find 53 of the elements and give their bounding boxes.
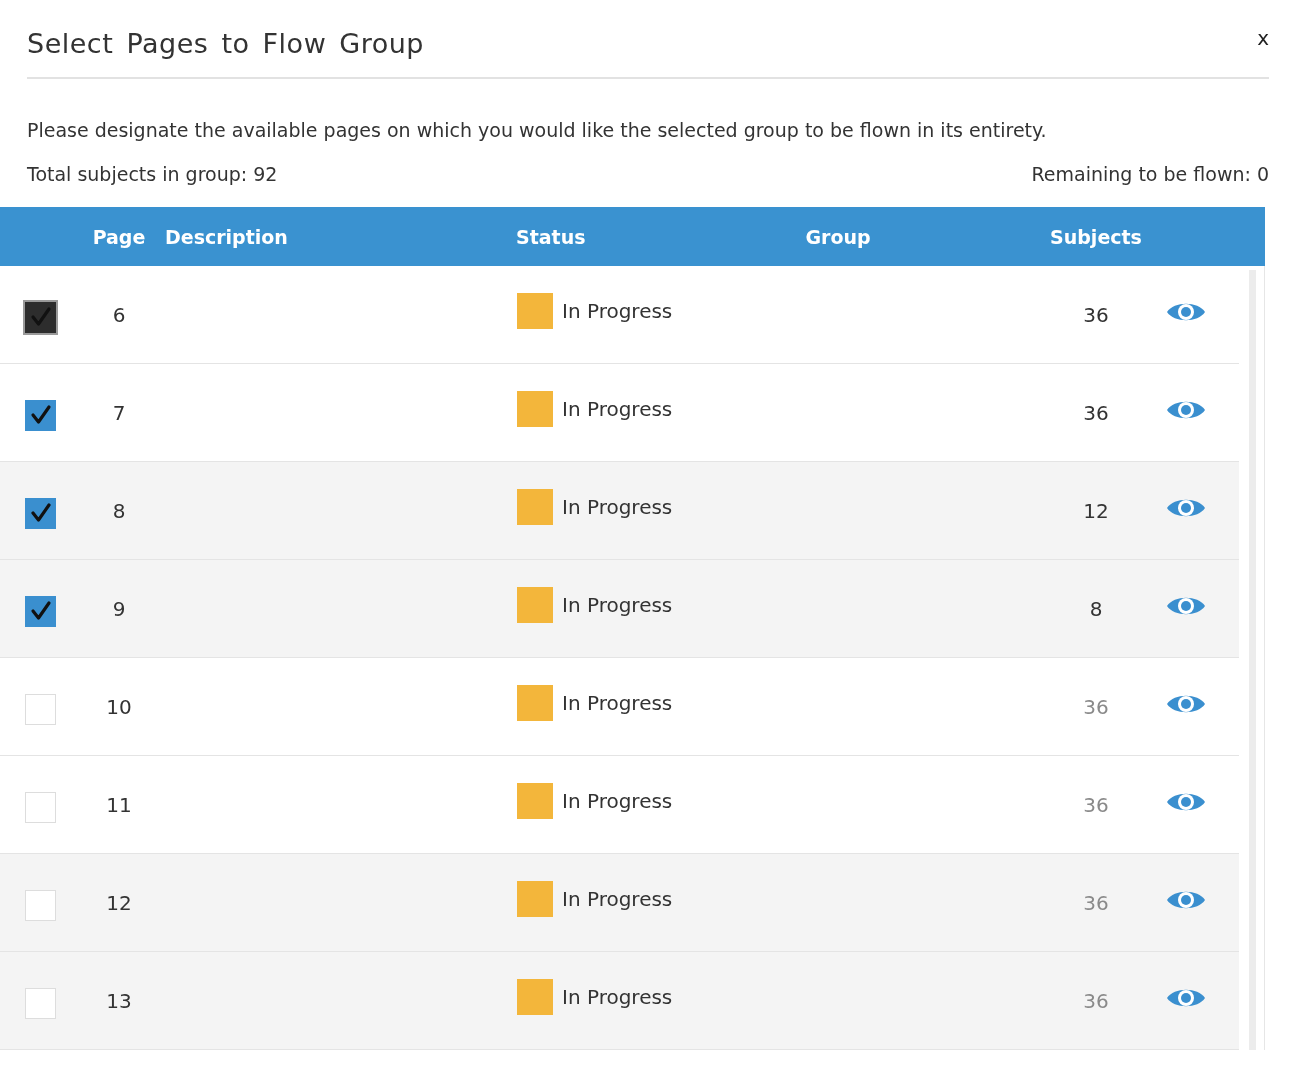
subjects-count: 36: [1082, 792, 1110, 817]
page-number: 12: [105, 890, 133, 915]
column-header: Page: [91, 225, 147, 248]
page-number: 13: [105, 988, 133, 1013]
status-text: In Progress: [562, 690, 673, 715]
checkbox[interactable]: [25, 399, 56, 431]
status-swatch: [517, 880, 553, 917]
column-header: Subjects: [1049, 225, 1143, 248]
checkmark-icon: [29, 306, 52, 328]
column-header: Group: [804, 225, 872, 248]
status-text: In Progress: [562, 984, 673, 1009]
status-swatch: [517, 684, 553, 721]
checkmark-icon: [29, 404, 52, 426]
subjects-count: 8: [1088, 596, 1104, 621]
instructions-text: Please designate the available pages on which you would like the selected group to be flown in its entirety.: [27, 119, 1048, 141]
page-number: 11: [105, 792, 133, 817]
remaining-text: Remaining to be flown: 0: [1031, 163, 1269, 187]
page-number: 6: [111, 302, 127, 327]
status-text: In Progress: [562, 592, 673, 617]
checkbox[interactable]: [25, 497, 56, 529]
total-subjects-text: Total subjects in group: 92: [27, 163, 278, 187]
status-text: In Progress: [562, 788, 673, 813]
checkbox[interactable]: [25, 595, 56, 627]
subjects-count: 36: [1082, 890, 1110, 915]
table-row[interactable]: 9 In Progress 8: [0, 560, 1239, 658]
subjects-count: 36: [1082, 302, 1110, 327]
status-text: In Progress: [562, 886, 673, 911]
column-header: Description: [164, 225, 289, 248]
status-swatch: [517, 390, 553, 427]
status-swatch: [517, 586, 553, 623]
status-swatch: [517, 978, 553, 1015]
page-number: 7: [111, 400, 127, 425]
table-row[interactable]: 8 In Progress 12: [0, 462, 1239, 560]
column-header: Status: [515, 225, 587, 248]
page-number: 8: [111, 498, 127, 523]
checkmark-icon: [29, 502, 52, 524]
close-button[interactable]: x: [1257, 26, 1269, 50]
table-row[interactable]: 13 In Progress 36: [0, 952, 1239, 1050]
status-swatch: [517, 292, 553, 329]
subjects-count: 36: [1082, 694, 1110, 719]
status-text: In Progress: [562, 494, 673, 519]
subjects-count: 36: [1082, 400, 1110, 425]
page-number: 10: [105, 694, 133, 719]
subjects-count: 12: [1082, 498, 1110, 523]
dialog-title: Select Pages to Flow Group: [27, 28, 424, 59]
status-swatch: [517, 488, 553, 525]
status-swatch: [517, 782, 553, 819]
status-text: In Progress: [562, 298, 673, 323]
page-number: 9: [111, 596, 127, 621]
subjects-count: 36: [1082, 988, 1110, 1013]
table-row[interactable]: 12 In Progress 36: [0, 854, 1239, 952]
status-text: In Progress: [562, 396, 673, 421]
checkmark-icon: [29, 600, 52, 622]
